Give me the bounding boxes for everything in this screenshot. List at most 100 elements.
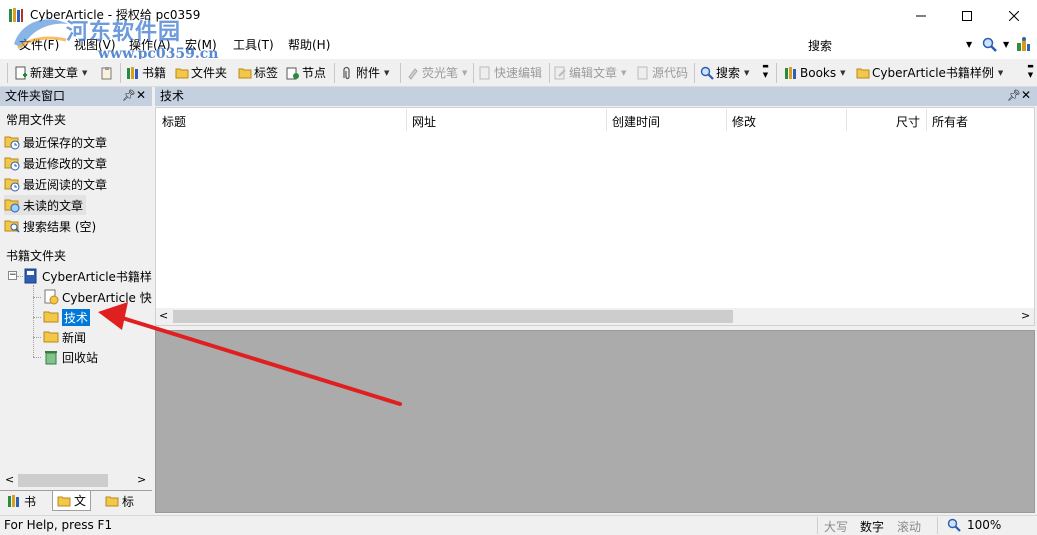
tab-tags[interactable]: 标: [101, 491, 138, 511]
attachment-button[interactable]: 附件 ▼: [340, 64, 389, 82]
column-modified[interactable]: 修改: [732, 113, 756, 130]
column-created[interactable]: 创建时间: [612, 113, 660, 130]
fav-search-results[interactable]: 搜索结果 (空): [4, 216, 96, 236]
tag-label: 标签: [254, 66, 279, 80]
column-size[interactable]: 尺寸: [896, 113, 920, 130]
new-document-icon: [14, 66, 28, 80]
dropdown-icon: ▼: [621, 69, 627, 77]
quick-edit-button[interactable]: 快速编辑: [478, 64, 542, 82]
scroll-right-icon[interactable]: >: [1021, 309, 1030, 322]
recent-folder-icon: [4, 155, 20, 171]
node-button[interactable]: 节点: [286, 64, 326, 82]
edit-article-icon: [553, 66, 567, 80]
tag-folder-icon: [105, 494, 119, 508]
pin-icon[interactable]: 📌︎: [1007, 89, 1021, 102]
panel-close-icon[interactable]: ✕: [136, 88, 146, 102]
column-divider[interactable]: [606, 109, 607, 131]
tab-books[interactable]: 书: [3, 491, 41, 511]
folder-icon: [57, 494, 71, 508]
search-dropdown-icon[interactable]: ▼: [966, 40, 972, 49]
tree-collapse-icon[interactable]: −: [8, 271, 17, 280]
folder-icon: [43, 309, 59, 325]
fav-recent-modified-label: 最近修改的文章: [23, 156, 108, 171]
search-label: 搜索: [716, 66, 741, 80]
article-list[interactable]: [155, 107, 1035, 326]
tree-root-book[interactable]: CyberArticle书籍样: [23, 266, 152, 286]
tree-item-news[interactable]: 新闻: [43, 327, 86, 347]
column-owner[interactable]: 所有者: [932, 113, 968, 130]
status-zoom-level[interactable]: 100%: [967, 518, 1001, 532]
search-button[interactable]: 搜索 ▼: [700, 64, 749, 82]
recycle-bin-icon: [43, 349, 59, 365]
close-button[interactable]: [991, 0, 1037, 31]
magnifier-icon[interactable]: [982, 37, 998, 56]
column-url[interactable]: 网址: [412, 113, 436, 130]
pin-icon[interactable]: 📌︎: [122, 89, 136, 102]
books-section-title: 书籍文件夹: [6, 249, 67, 263]
edit-article-label: 编辑文章: [569, 66, 618, 80]
tab-documents[interactable]: 文: [52, 491, 92, 511]
fav-recent-read[interactable]: 最近阅读的文章: [4, 174, 107, 194]
highlighter-button[interactable]: 荧光笔 ▼: [406, 64, 467, 82]
tree-item-quickstart[interactable]: CyberArticle 快: [43, 287, 152, 307]
minimize-button[interactable]: [898, 0, 944, 31]
scroll-left-icon[interactable]: <: [5, 473, 14, 486]
toolbar-overflow-icon[interactable]: ▬ ▼: [761, 62, 770, 84]
tab-tags-label: 标: [122, 494, 135, 509]
books-menu-button[interactable]: Books ▼: [784, 64, 846, 82]
menu-tools[interactable]: 工具(T): [233, 37, 274, 53]
article-list-title: 技术: [155, 87, 1037, 106]
source-code-button[interactable]: 源代码: [636, 64, 688, 82]
column-divider[interactable]: [406, 109, 407, 131]
dropdown-icon: ▼: [997, 69, 1004, 77]
books-button[interactable]: 书籍: [126, 64, 166, 82]
scroll-right-icon[interactable]: >: [137, 473, 146, 486]
edit-article-button[interactable]: 编辑文章 ▼: [553, 64, 626, 82]
article-preview-pane[interactable]: [155, 330, 1035, 513]
status-help-text: For Help, press F1: [4, 518, 113, 532]
fav-unread-label: 未读的文章: [23, 198, 84, 213]
node-label: 节点: [302, 66, 327, 80]
panel-close-icon[interactable]: ✕: [1021, 88, 1031, 102]
fav-unread[interactable]: 未读的文章: [4, 195, 87, 215]
column-divider[interactable]: [726, 109, 727, 131]
source-code-icon: [636, 66, 650, 80]
zoom-icon[interactable]: [947, 518, 961, 535]
minimize-icon: [916, 15, 926, 16]
new-article-extra-button[interactable]: [100, 64, 116, 82]
book-sample-button[interactable]: CyberArticle书籍样例 ▼: [856, 64, 1003, 82]
dropdown-icon: ▼: [462, 69, 468, 77]
status-divider: [937, 517, 938, 534]
fav-recent-saved[interactable]: 最近保存的文章: [4, 132, 107, 152]
fav-recent-modified[interactable]: 最近修改的文章: [4, 153, 107, 173]
books-icon: [126, 66, 140, 80]
scrollbar-thumb[interactable]: [18, 474, 108, 487]
toolbar-separator: [334, 63, 335, 83]
scrollbar-thumb[interactable]: [173, 310, 733, 323]
tree-line: [33, 297, 41, 298]
search-tree-icon[interactable]: [1015, 36, 1031, 55]
maximize-button[interactable]: [944, 0, 990, 31]
folder-icon: [856, 66, 870, 80]
new-article-button[interactable]: 新建文章 ▼: [14, 64, 87, 82]
tree-line: [33, 357, 41, 358]
tree-item-recycle-bin[interactable]: 回收站: [43, 347, 98, 367]
folder-button[interactable]: 文件夹: [175, 64, 227, 82]
tree-item-tech[interactable]: 技术: [43, 307, 91, 327]
tag-button[interactable]: 标签: [238, 64, 278, 82]
dropdown-icon: ▼: [744, 69, 750, 77]
column-divider[interactable]: [846, 109, 847, 131]
scroll-left-icon[interactable]: <: [159, 309, 168, 322]
column-divider[interactable]: [926, 109, 927, 131]
tree-item-recycle-bin-label: 回收站: [62, 350, 99, 365]
menu-help[interactable]: 帮助(H): [288, 37, 330, 53]
watermark-name: 河东软件园: [66, 19, 182, 45]
status-scroll-lock: 滚动: [897, 520, 922, 534]
maximize-icon: [962, 10, 972, 21]
column-title[interactable]: 标题: [162, 113, 186, 130]
books-icon: [7, 494, 21, 508]
search-options-icon[interactable]: ▼: [1003, 40, 1009, 49]
toolbar-overflow-icon[interactable]: ▬ ▼: [1026, 62, 1035, 84]
new-article-label: 新建文章: [30, 66, 79, 80]
tree-line: [33, 317, 41, 318]
